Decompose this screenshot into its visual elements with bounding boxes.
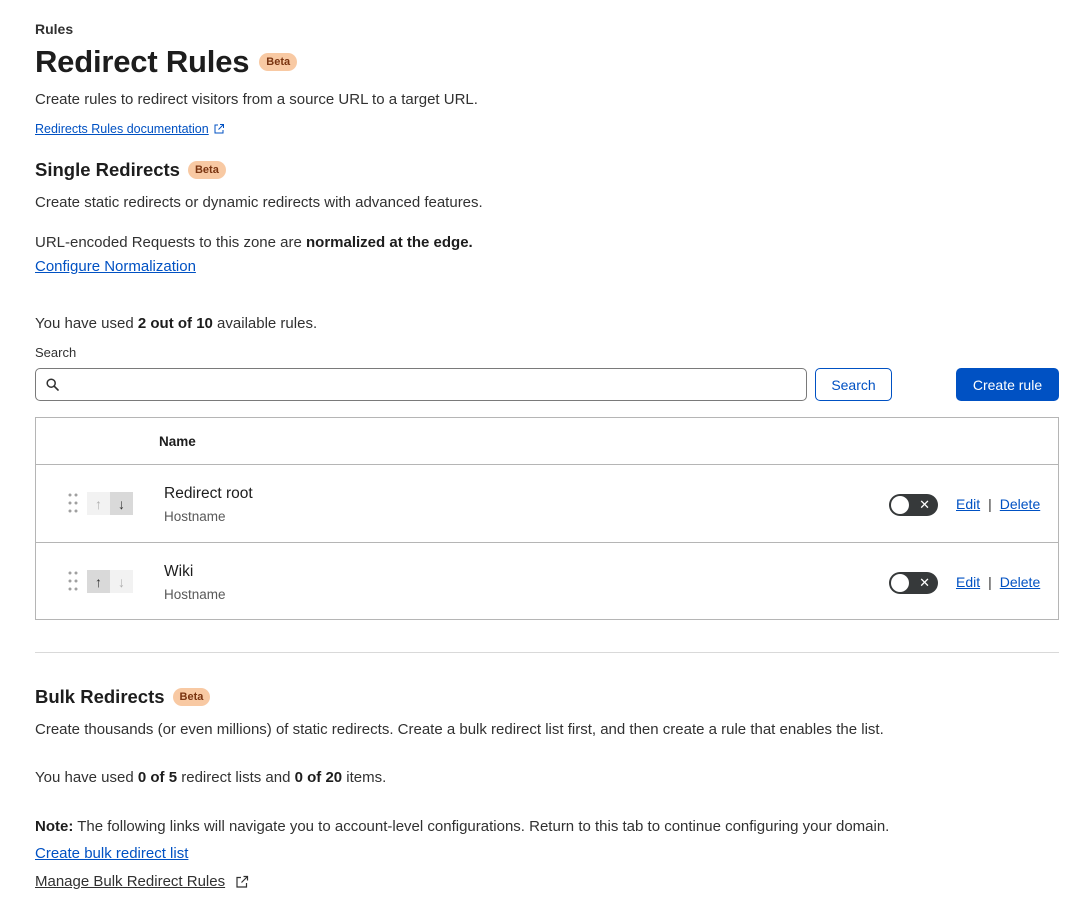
beta-badge: Beta bbox=[259, 53, 298, 71]
reorder-controls: ↑ ↓ bbox=[87, 570, 133, 593]
drag-handle-icon[interactable] bbox=[68, 492, 78, 514]
single-redirects-beta-badge: Beta bbox=[187, 161, 226, 179]
page-title-text: Redirect Rules bbox=[35, 44, 250, 79]
section-divider bbox=[35, 652, 1059, 653]
edit-link[interactable]: Edit bbox=[956, 574, 980, 590]
toggle-knob bbox=[891, 496, 909, 514]
bulk-usage-text: You have used 0 of 5 redirect lists and … bbox=[35, 769, 386, 786]
configure-normalization-link[interactable]: Configure Normalization bbox=[35, 258, 196, 275]
bulk-usage-suffix: items. bbox=[342, 769, 387, 786]
table-row: ↑ ↓ Wiki Hostname ✕ Edit | Delete bbox=[36, 543, 1058, 621]
edit-link[interactable]: Edit bbox=[956, 496, 980, 512]
create-bulk-redirect-list-link[interactable]: Create bulk redirect list bbox=[35, 845, 188, 862]
rule-type: Hostname bbox=[164, 587, 226, 602]
breadcrumb[interactable]: Rules bbox=[35, 21, 73, 37]
page: Rules Redirect Rules Beta Create rules t… bbox=[0, 0, 1091, 921]
search-icon bbox=[46, 378, 59, 391]
bulk-redirects-beta-badge: Beta bbox=[172, 688, 211, 706]
rule-name: Wiki bbox=[164, 563, 194, 580]
page-subtitle: Create rules to redirect visitors from a… bbox=[35, 91, 478, 108]
rules-table: Name ↑ ↓ Redirect root Hostname ✕ Edit | bbox=[35, 417, 1059, 620]
normalization-text: URL-encoded Requests to this zone are no… bbox=[35, 234, 473, 251]
bulk-redirects-description: Create thousands (or even millions) of s… bbox=[35, 721, 884, 738]
drag-handle-icon[interactable] bbox=[68, 570, 78, 592]
manage-bulk-redirect-rules-link[interactable]: Manage Bulk Redirect Rules bbox=[35, 873, 249, 890]
rules-usage-count: 2 out of 10 bbox=[137, 315, 213, 332]
normalization-bold: normalized at the edge. bbox=[306, 234, 473, 251]
arrow-down-icon[interactable]: ↓ bbox=[110, 492, 133, 515]
documentation-link[interactable]: Redirects Rules documentation bbox=[35, 122, 225, 136]
arrow-up-icon[interactable]: ↑ bbox=[87, 570, 110, 593]
single-redirects-title: Single Redirects bbox=[35, 159, 180, 180]
search-label: Search bbox=[35, 345, 77, 360]
bulk-usage-lists: 0 of 5 bbox=[137, 769, 178, 786]
row-actions: Edit | Delete bbox=[956, 496, 1040, 512]
external-link-icon bbox=[236, 875, 249, 888]
bulk-usage-mid: redirect lists and bbox=[177, 769, 295, 786]
external-link-icon bbox=[214, 124, 224, 134]
rules-usage-text: You have used 2 out of 10 available rule… bbox=[35, 315, 317, 332]
rule-name: Redirect root bbox=[164, 485, 253, 502]
bulk-usage-prefix: You have used bbox=[35, 769, 138, 786]
note-body: The following links will navigate you to… bbox=[73, 818, 890, 835]
search-field[interactable] bbox=[35, 368, 807, 401]
create-rule-button[interactable]: Create rule bbox=[956, 368, 1059, 401]
rules-usage-prefix: You have used bbox=[35, 315, 138, 332]
arrow-down-icon[interactable]: ↓ bbox=[110, 570, 133, 593]
table-row: ↑ ↓ Redirect root Hostname ✕ Edit | Dele… bbox=[36, 465, 1058, 543]
manage-bulk-redirect-rules-label: Manage Bulk Redirect Rules bbox=[35, 873, 226, 890]
page-title: Redirect Rules Beta bbox=[35, 44, 298, 80]
search-input[interactable] bbox=[67, 370, 806, 399]
table-header: Name bbox=[36, 418, 1058, 465]
single-redirects-description: Create static redirects or dynamic redir… bbox=[35, 194, 483, 211]
bulk-note-text: Note: The following links will navigate … bbox=[35, 818, 889, 835]
close-icon: ✕ bbox=[919, 575, 930, 590]
arrow-up-icon[interactable]: ↑ bbox=[87, 492, 110, 515]
documentation-link-label: Redirects Rules documentation bbox=[35, 122, 209, 136]
action-separator: | bbox=[988, 496, 992, 512]
row-actions: Edit | Delete bbox=[956, 574, 1040, 590]
reorder-controls: ↑ ↓ bbox=[87, 492, 133, 515]
delete-link[interactable]: Delete bbox=[1000, 574, 1040, 590]
bulk-redirects-heading: Bulk Redirects Beta bbox=[35, 686, 211, 708]
rule-enabled-toggle[interactable]: ✕ bbox=[889, 494, 938, 516]
action-separator: | bbox=[988, 574, 992, 590]
rules-usage-suffix: available rules. bbox=[212, 315, 318, 332]
column-header-name: Name bbox=[159, 433, 196, 449]
search-button[interactable]: Search bbox=[815, 368, 892, 401]
bulk-usage-items: 0 of 20 bbox=[294, 769, 343, 786]
note-label: Note: bbox=[35, 818, 74, 835]
normalization-prefix: URL-encoded Requests to this zone are bbox=[35, 234, 306, 251]
rule-type: Hostname bbox=[164, 509, 226, 524]
toggle-knob bbox=[891, 574, 909, 592]
rule-enabled-toggle[interactable]: ✕ bbox=[889, 572, 938, 594]
delete-link[interactable]: Delete bbox=[1000, 496, 1040, 512]
close-icon: ✕ bbox=[919, 497, 930, 512]
single-redirects-heading: Single Redirects Beta bbox=[35, 159, 226, 181]
bulk-redirects-title: Bulk Redirects bbox=[35, 686, 165, 707]
